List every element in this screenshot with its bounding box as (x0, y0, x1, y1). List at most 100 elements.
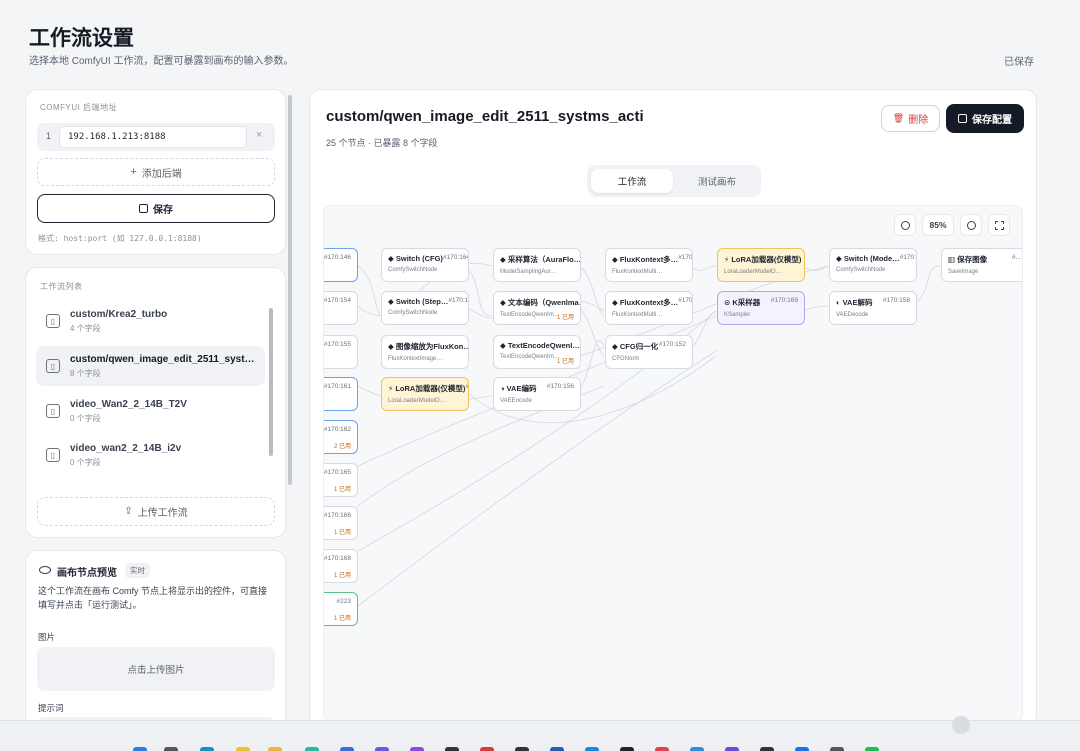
node-title: ◆ Switch (CFG) #170:164 (388, 254, 468, 263)
workflow-item-selected[interactable]: ▯ custom/qwen_image_edit_2511_syst… 8 个字段 (36, 346, 265, 386)
graph-node[interactable]: ⚡ LoRA加载器(仅模型) LoraLoaderModelO… (717, 248, 805, 282)
node-title-text: ▥ 保存图像 (948, 255, 988, 264)
app-icon[interactable] (305, 747, 319, 751)
node-title-text: ⚡ LoRA加载器(仅模型) (724, 255, 802, 264)
graph-node[interactable]: ◆ Switch (Mode…#170:163 ComfySwitchNode (829, 248, 917, 282)
node-used-badge: 1 已用 (333, 573, 351, 579)
graph-node[interactable]: ◆ 采样算法（AuraFlo… ModelSamplingAur… (493, 248, 581, 282)
node-id: #170:165 (323, 469, 351, 476)
graph-node[interactable]: #170:162 2 已用 (324, 420, 358, 454)
graph-node[interactable]: #170:165 1 已用 (323, 463, 358, 497)
graph-node[interactable]: eps#170:168ison1 已用 (324, 549, 358, 583)
workflow-name-title: custom/qwen_image_edit_2511_systms_acti (326, 108, 644, 125)
graph-node[interactable]: #170:166 1 已用 (324, 506, 358, 540)
node-graph-canvas[interactable]: #170:146 #170:154 t #170:155 t #170:161 #170:1… (323, 205, 1023, 722)
graph-node[interactable]: ◆ 图像缩放为FluxKon… FluxKontextImage… (381, 335, 469, 369)
node-id: #170:156 (546, 383, 574, 390)
graph-node[interactable]: #170:146 (324, 248, 358, 282)
fit-view-button[interactable] (988, 214, 1010, 236)
graph-node[interactable]: ◆ CFG归一化 #170:152 CFGNorm (605, 335, 693, 369)
delete-button[interactable]: 🗑 删除 (881, 105, 940, 132)
folder-icon[interactable] (268, 747, 282, 751)
upload-workflow-button[interactable]: ⇪ 上传工作流 (37, 497, 275, 526)
graph-node[interactable]: ◆ Switch (Step…#170:167 ComfySwitchNode (381, 291, 469, 325)
tab-workflow[interactable]: 工作流 (591, 169, 673, 193)
graph-node[interactable]: ◆ TextEncodeQwenI… TextEncodeQwenIm… 1 已用 (493, 335, 581, 369)
canvas-preview-card: 画布节点预览 实时 这个工作流在画布 Comfy 节点上将显示出的控件，可直接填… (25, 550, 286, 741)
app-icon[interactable] (550, 747, 564, 751)
graph-node[interactable]: #170:155 t (324, 335, 358, 369)
app-icon[interactable] (445, 747, 459, 751)
workflow-item[interactable]: ▯ video_Wan2_2_14B_T2V 0 个字段 (36, 391, 265, 431)
edge-icon[interactable] (200, 747, 214, 751)
backend-address-input[interactable]: 192.168.1.213:8188 (59, 126, 247, 148)
app-icon[interactable] (585, 747, 599, 751)
workflow-item[interactable]: ▯ custom/Krea2_turbo 4 个字段 (36, 301, 265, 341)
node-title: #170:166 (324, 512, 351, 519)
app-icon[interactable] (655, 747, 669, 751)
node-type: FluxKontextMulti… (612, 269, 663, 275)
node-title: ◆ 文本编码（Qwenlma… (500, 297, 580, 308)
workflow-list-scrollbar[interactable] (269, 308, 273, 456)
node-title-text: ◆ TextEncodeQwenI… (500, 341, 580, 350)
graph-node[interactable]: ⚡ LoRA加载器(仅模型)#170:… LoraLoaderModelO… (381, 377, 469, 411)
zoom-out-icon (900, 220, 910, 230)
node-title: ▥ 保存图像 #… (948, 254, 1022, 265)
graph-node[interactable]: ◑ VAE编码 #170:156 VAEEncode (493, 377, 581, 411)
app-icon[interactable] (795, 747, 809, 751)
plus-icon: + (130, 166, 137, 178)
save-icon (958, 114, 967, 123)
sidebar-scrollbar[interactable] (288, 95, 292, 485)
clear-address-icon[interactable]: × (256, 129, 262, 141)
taskbar (0, 720, 1080, 751)
save-backend-button[interactable]: 保存 (37, 194, 275, 223)
graph-node[interactable]: ◐ VAE解码 #170:158 VAEDecode (829, 291, 917, 325)
backend-index: 1 (46, 131, 52, 141)
node-id: #170:161 (323, 383, 351, 390)
backend-row: 1 192.168.1.213:8188 × (37, 123, 275, 151)
app-icon[interactable] (480, 747, 494, 751)
save-config-button[interactable]: 保存配置 (946, 104, 1024, 133)
node-title: ◑ VAE编码 #170:156 (500, 383, 574, 394)
app-icon[interactable] (830, 747, 844, 751)
tab-test-canvas[interactable]: 测试画布 (677, 169, 757, 193)
workflow-name: video_wan2_2_14B_i2v (70, 442, 182, 454)
graph-node[interactable]: #223 1 已用 (324, 592, 358, 626)
app-icon[interactable] (760, 747, 774, 751)
zoom-out-button[interactable] (894, 214, 916, 236)
workflow-item[interactable]: ▯ video_wan2_2_14B_i2v 0 个字段 (36, 435, 265, 475)
add-backend-button[interactable]: + 添加后端 (37, 158, 275, 186)
save-icon (139, 204, 148, 213)
preview-title: 画布节点预览 (57, 568, 117, 579)
upload-image-button[interactable]: 点击上传图片 (37, 647, 275, 691)
app-icon[interactable] (375, 747, 389, 751)
node-id: #223 (336, 598, 351, 605)
zoom-in-button[interactable] (960, 214, 982, 236)
graph-node[interactable]: ◆ FluxKontext多…#170:148 FluxKontextMulti… (605, 291, 693, 325)
node-id: #170:164 (442, 254, 469, 261)
app-icon[interactable] (865, 747, 879, 751)
node-used-badge: 1 已用 (333, 530, 351, 536)
graph-node[interactable]: ◆ Switch (CFG) #170:164 ComfySwitchNode (381, 248, 469, 282)
app-icon[interactable] (410, 747, 424, 751)
start-icon[interactable] (133, 747, 147, 751)
app-icon[interactable] (340, 747, 354, 751)
node-title: #170:161 (323, 383, 351, 390)
node-title: #170:155 (324, 341, 351, 348)
app-icon[interactable] (515, 747, 529, 751)
node-type: VAEDecode (836, 312, 869, 318)
graph-node[interactable]: ▥ 保存图像 #… SaveImage (941, 248, 1022, 282)
graph-node[interactable]: #170:161 (323, 377, 358, 411)
image-field-label: 图片 (38, 632, 56, 642)
workflow-section-label: 工作流列表 (40, 282, 83, 291)
graph-node[interactable]: ◆ 文本编码（Qwenlma… TextEncodeQwenIm… 1 已用 (493, 291, 581, 325)
graph-node[interactable]: ◆ FluxKontext多…#170:147 FluxKontextMulti… (605, 248, 693, 282)
app-icon[interactable] (620, 747, 634, 751)
app-icon[interactable] (236, 747, 250, 751)
node-title-text: ◆ 图像缩放为FluxKon… (388, 342, 469, 351)
app-icon[interactable] (690, 747, 704, 751)
graph-node[interactable]: ⊙ K采样器 #170:169 KSampler (717, 291, 805, 325)
graph-node[interactable]: #170:154 t (324, 291, 358, 325)
search-icon[interactable] (164, 747, 178, 751)
app-icon[interactable] (725, 747, 739, 751)
